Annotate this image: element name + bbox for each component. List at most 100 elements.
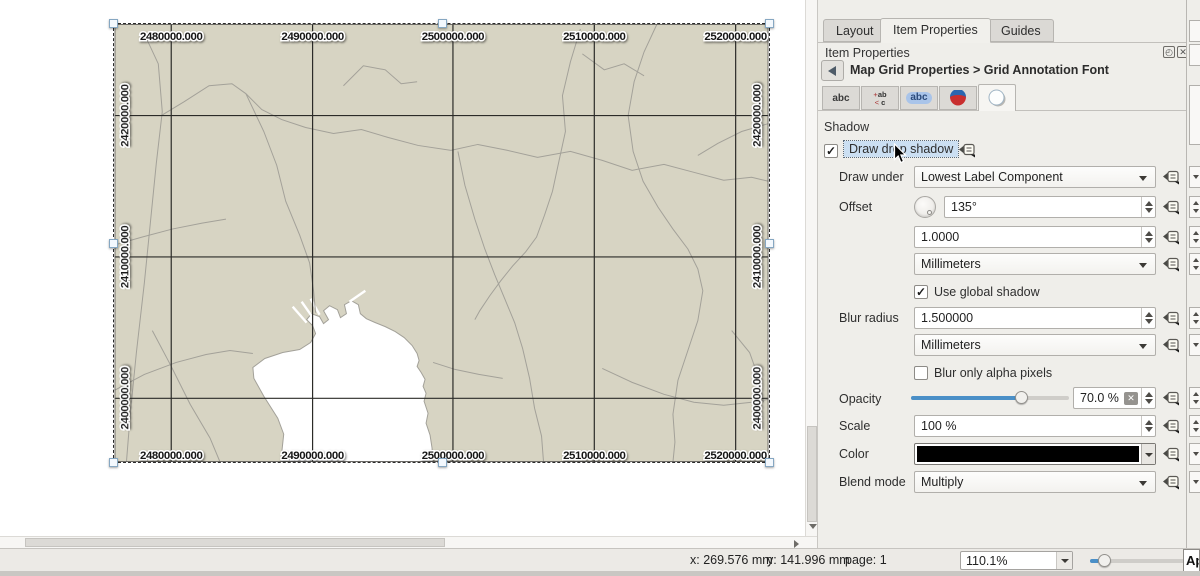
selection-handle-n[interactable]	[438, 19, 447, 28]
cursor-x-readout: x: 269.576 mm	[690, 553, 773, 567]
scroll-right-arrow-icon[interactable]	[794, 540, 799, 548]
shadow-color-button[interactable]	[914, 443, 1156, 465]
spin-down-icon[interactable]	[1145, 427, 1153, 432]
blur-alpha-label[interactable]: Blur only alpha pixels	[934, 366, 1052, 380]
cursor-y-readout: y: 141.996 mm	[767, 553, 850, 567]
clipped-widget	[1189, 85, 1200, 145]
clipped-widget	[1189, 253, 1200, 275]
svg-text:2520000.000: 2520000.000	[704, 450, 766, 462]
slider-thumb[interactable]	[1015, 391, 1028, 404]
opacity-slider[interactable]	[911, 391, 1069, 405]
canvas-vertical-scrollbar[interactable]	[805, 0, 817, 536]
tab-guides[interactable]: Guides	[988, 19, 1054, 42]
blend-mode-select[interactable]: Multiply	[914, 471, 1156, 493]
tab-shadow[interactable]	[978, 84, 1016, 111]
clear-value-icon[interactable]: ✕	[1124, 392, 1138, 405]
map-item[interactable]: 2480000.000 2490000.000 2500000.000 2510000…	[113, 23, 770, 463]
offset-distance-spinbox[interactable]: 1.0000	[914, 226, 1156, 248]
spin-down-icon[interactable]	[1145, 319, 1153, 324]
layout-canvas[interactable]: 2480000.000 2490000.000 2500000.000 2510000…	[0, 0, 805, 536]
svg-text:2410000.000: 2410000.000	[119, 226, 131, 288]
vscroll-thumb[interactable]	[807, 426, 817, 522]
clipped-widget	[1189, 471, 1200, 493]
shadow-icon	[986, 89, 1008, 109]
float-panel-icon[interactable]: ◴	[1163, 46, 1175, 58]
slider-thumb[interactable]	[1098, 554, 1111, 567]
blur-radius-spinbox[interactable]: 1.500000	[914, 307, 1156, 329]
selection-handle-s[interactable]	[438, 458, 447, 467]
tab-formatting[interactable]: +ab< c	[861, 86, 899, 110]
opacity-spinbox[interactable]: 70.0 % ✕	[1073, 387, 1156, 409]
tab-layout[interactable]: Layout	[823, 19, 887, 42]
svg-text:2420000.000: 2420000.000	[752, 84, 764, 146]
draw-under-select[interactable]: Lowest Label Component	[914, 166, 1156, 188]
selection-handle-se[interactable]	[765, 458, 774, 467]
panel-title: Item Properties	[825, 46, 910, 60]
blur-unit-select[interactable]: Millimeters	[914, 334, 1156, 356]
use-global-shadow-checkbox[interactable]: ✓	[914, 285, 928, 299]
formatting-icon: +ab< c	[862, 91, 898, 107]
tab-buffer[interactable]: abc	[900, 86, 938, 110]
tab-text[interactable]: abc	[822, 86, 860, 110]
clipped-widget	[1189, 196, 1200, 218]
offset-unit-select[interactable]: Millimeters	[914, 253, 1156, 275]
selection-handle-w[interactable]	[109, 239, 118, 248]
use-global-shadow-label[interactable]: Use global shadow	[934, 285, 1040, 299]
text-icon: abc	[832, 93, 849, 104]
clipped-widget	[1189, 307, 1200, 329]
svg-text:2510000.000: 2510000.000	[563, 31, 625, 43]
selection-handle-sw[interactable]	[109, 458, 118, 467]
hscroll-thumb[interactable]	[25, 538, 445, 547]
offset-dial[interactable]	[914, 196, 936, 218]
item-properties-panel: Layout Item Properties Guides Item Prope…	[817, 0, 1186, 548]
svg-text:2500000.000: 2500000.000	[422, 31, 484, 43]
spin-up-icon[interactable]	[1145, 392, 1153, 397]
selection-handle-e[interactable]	[765, 239, 774, 248]
zoom-dropdown-button[interactable]	[1056, 552, 1072, 569]
spin-up-icon[interactable]	[1145, 201, 1153, 206]
draw-drop-shadow-checkbox[interactable]: ✓	[824, 144, 838, 158]
back-arrow-icon	[828, 66, 836, 76]
svg-text:2490000.000: 2490000.000	[281, 31, 343, 43]
chevron-down-icon	[1139, 481, 1147, 486]
mouse-cursor-icon	[893, 143, 907, 164]
zoom-slider[interactable]	[1090, 554, 1196, 567]
data-defined-override-button[interactable]	[1162, 446, 1180, 462]
spin-down-icon[interactable]	[1145, 399, 1153, 404]
data-defined-override-button[interactable]	[1162, 169, 1180, 185]
blur-radius-value: 1.500000	[921, 311, 973, 325]
spin-down-icon[interactable]	[1145, 238, 1153, 243]
scale-spinbox[interactable]: 100 %	[914, 415, 1156, 437]
tab-background[interactable]	[939, 86, 977, 110]
data-defined-override-button[interactable]	[1162, 390, 1180, 406]
tab-item-properties[interactable]: Item Properties	[880, 18, 991, 43]
spin-up-icon[interactable]	[1145, 420, 1153, 425]
data-defined-override-button[interactable]	[1162, 310, 1180, 326]
svg-text:2480000.000: 2480000.000	[140, 31, 202, 43]
clipped-popup: Ap	[1183, 549, 1200, 572]
scroll-down-arrow-icon[interactable]	[809, 524, 817, 529]
slider-fill	[911, 396, 1018, 400]
clipped-widget	[1189, 387, 1200, 409]
color-dropdown-button[interactable]	[1141, 444, 1155, 464]
offset-angle-spinbox[interactable]: 135°	[944, 196, 1156, 218]
data-defined-override-button[interactable]	[1162, 337, 1180, 353]
zoom-level-combobox[interactable]: 110.1%	[960, 551, 1073, 570]
selection-handle-nw[interactable]	[109, 19, 118, 28]
data-defined-override-button[interactable]	[1162, 256, 1180, 272]
scale-value: 100 %	[921, 419, 956, 433]
data-defined-override-button[interactable]	[1162, 199, 1180, 215]
data-defined-override-button[interactable]	[1162, 474, 1180, 490]
data-defined-override-button[interactable]	[958, 142, 976, 158]
selection-handle-ne[interactable]	[765, 19, 774, 28]
data-defined-override-button[interactable]	[1162, 418, 1180, 434]
chevron-down-icon	[1139, 344, 1147, 349]
data-defined-override-button[interactable]	[1162, 229, 1180, 245]
back-button[interactable]	[821, 60, 844, 81]
spin-up-icon[interactable]	[1145, 231, 1153, 236]
spin-up-icon[interactable]	[1145, 312, 1153, 317]
canvas-horizontal-scrollbar[interactable]	[0, 536, 817, 548]
spin-down-icon[interactable]	[1145, 208, 1153, 213]
blur-alpha-checkbox[interactable]	[914, 366, 928, 380]
offset-unit-value: Millimeters	[921, 257, 981, 271]
